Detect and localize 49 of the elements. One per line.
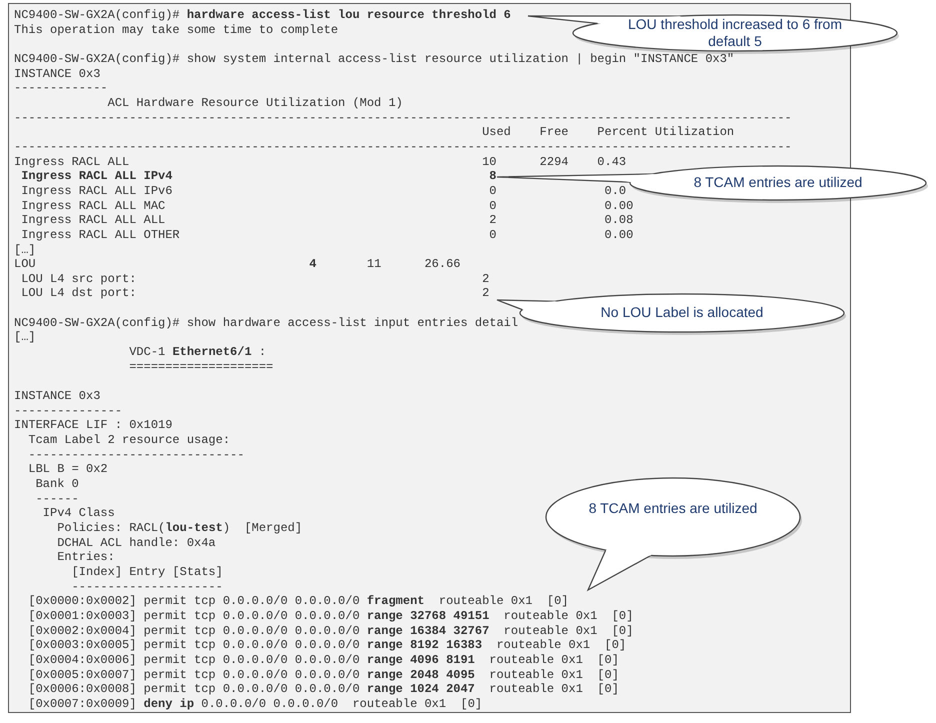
terminal-line: --------------------- [70, 580, 223, 594]
terminal-line: LOU L4 dst port: 2 [20, 286, 490, 302]
terminal-line: DCHAL ACL handle: 0x4a [56, 536, 216, 550]
terminal-line: [0x0002:0x0004] permit tcp 0.0.0.0/0 0.0.0.0/0 range 16384 32767 routeable 0x1 [0] [27, 624, 634, 638]
terminal-line: Ingress RACL ALL ALL 2 0.08 [20, 213, 634, 228]
terminal-line: Entries: [56, 550, 115, 565]
terminal-line: Policies: RACL(lou-test) [Merged] [56, 520, 302, 536]
terminal-line: INTERFACE LIF : 0x1019 [14, 418, 172, 434]
terminal-line: LOU 4 11 26.66 [14, 257, 460, 272]
terminal-line: Ingress RACL ALL IPv6 0 0.0 [20, 184, 626, 199]
terminal-line: ------------------------------------------------------------------------------------------------------------ [14, 110, 792, 126]
terminal-line: [0x0005:0x0007] permit tcp 0.0.0.0/0 0.0.0.0/0 range 2048 4095 routeable 0x1 [0] [27, 668, 619, 682]
terminal-line: --------------- [14, 404, 122, 418]
terminal-line: […] [14, 330, 36, 346]
terminal-line: INSTANCE 0x3 [14, 66, 100, 82]
terminal-line: […] [14, 242, 36, 258]
terminal-line: ------ [34, 492, 79, 506]
terminal-line: [0x0003:0x0005] permit tcp 0.0.0.0/0 0.0.0.0/0 range 8192 16383 routeable 0x1 [0] [27, 638, 626, 653]
terminal-line: [Index] Entry [Stats] [70, 564, 223, 580]
terminal-line: ==================== [128, 360, 274, 374]
terminal-line: Bank 0 [34, 477, 79, 492]
terminal-line: ACL Hardware Resource Utilization (Mod 1) [106, 96, 403, 111]
terminal-line: NC9400-SW-GX2A(config)# show hardware access-list input entries detail [14, 316, 518, 330]
callout-text: 8 TCAM entries are utilized [694, 174, 862, 190]
terminal-line: LOU L4 src port: 2 [20, 272, 490, 286]
terminal-line: Ingress RACL ALL OTHER 0 0.00 [20, 228, 634, 242]
terminal-line: IPv4 Class [42, 506, 115, 521]
terminal-line: ------------- [14, 81, 108, 96]
callout-text: 8 TCAM entries are utilized [588, 500, 758, 516]
terminal-line: Tcam Label 2 resource usage: [27, 433, 230, 448]
terminal-line: [0x0004:0x0006] permit tcp 0.0.0.0/0 0.0.0.0/0 range 4096 8191 routeable 0x1 [0] [27, 652, 619, 668]
terminal-line: Ingress RACL ALL 10 2294 0.43 [14, 154, 626, 170]
terminal-line: [0x0006:0x0008] permit tcp 0.0.0.0/0 0.0.0.0/0 range 1024 2047 routeable 0x1 [0] [27, 682, 619, 697]
terminal-line: NC9400-SW-GX2A(config)# show system internal access-list resource utilization | begin "INSTANCE 0x3" [14, 52, 734, 67]
terminal-line: LBL B = 0x2 [27, 462, 108, 477]
terminal-line: Ingress RACL ALL IPv4 8 [20, 169, 496, 184]
terminal-line: Ingress RACL ALL MAC 0 0.00 [20, 198, 634, 214]
callout-text: No LOU Label is allocated [600, 304, 764, 320]
terminal-line: [0x0007:0x0009] deny ip 0.0.0.0/0 0.0.0.0/0 routeable 0x1 [0] [27, 696, 482, 712]
terminal-line: NC9400-SW-GX2A(config)# hardware access-list lou resource threshold 6 [14, 8, 511, 23]
terminal-line: [0x0001:0x0003] permit tcp 0.0.0.0/0 0.0.0.0/0 range 32768 49151 routeable 0x1 [0] [27, 608, 634, 624]
terminal-line: [0x0000:0x0002] permit tcp 0.0.0.0/0 0.0.0.0/0 fragment routeable 0x1 [0] [27, 594, 568, 609]
terminal-line: ------------------------------ [27, 448, 244, 462]
terminal-line: VDC-1 Ethernet6/1 : [128, 345, 266, 360]
terminal-line: This operation may take some time to complete [14, 22, 338, 38]
terminal-line: ------------------------------------------------------------------------------------------------------------ [14, 140, 792, 155]
terminal-line: Used Free Percent Utilization [481, 125, 734, 140]
terminal-line: INSTANCE 0x3 [14, 389, 100, 404]
callout-text: LOU threshold increased to 6 from default 5 [628, 16, 842, 49]
